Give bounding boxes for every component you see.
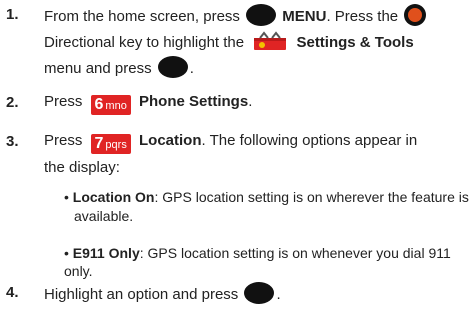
- settings-tools-label: Settings & Tools: [296, 34, 414, 51]
- key-letters: pqrs: [105, 139, 127, 151]
- key-digit: 6: [94, 96, 104, 113]
- number-key-7-icon: 7 pqrs: [90, 134, 131, 154]
- key-letters: mno: [105, 100, 127, 112]
- step-text: Highlight an option and press: [44, 286, 239, 303]
- step-number: 2.: [6, 94, 19, 111]
- option-1-line-2: available.: [74, 207, 133, 225]
- step-number: 3.: [6, 133, 19, 150]
- key-digit: 7: [94, 135, 104, 152]
- option-text: available.: [74, 208, 134, 224]
- step-3-line-1: Press 7 pqrs Location. The following opti…: [44, 131, 417, 154]
- step-2-line-1: Press 6 mno Phone Settings.: [44, 92, 252, 115]
- step-1-line-2: Directional key to highlight the Setting…: [44, 31, 414, 53]
- directional-key-icon: [404, 4, 427, 26]
- step-text: the display:: [44, 159, 120, 176]
- step-text: menu and press: [44, 60, 152, 77]
- step-text: .: [276, 286, 281, 303]
- ok-key-icon: [157, 56, 188, 78]
- step-number: 4.: [6, 284, 19, 301]
- menu-key-icon: [246, 4, 277, 26]
- step-1-line-1: From the home screen, press MENU. Press …: [44, 4, 428, 27]
- menu-label: MENU: [282, 8, 327, 25]
- step-text: Press: [44, 132, 83, 149]
- ok-key-icon: [244, 282, 275, 304]
- option-1-line-1: • Location On: GPS location setting is o…: [64, 188, 469, 206]
- option-text: : GPS location setting is on wherever th…: [154, 189, 469, 205]
- option-2-line-1: • E911 Only: GPS location setting is on …: [64, 244, 472, 280]
- step-text: .: [189, 60, 194, 77]
- step-3-line-2: the display:: [44, 158, 120, 178]
- step-4-line-1: Highlight an option and press .: [44, 282, 281, 305]
- settings-tools-icon: [252, 31, 288, 51]
- step-number: 1.: [6, 6, 19, 23]
- option-label: E911 Only: [72, 245, 140, 261]
- step-text: . Press the: [326, 8, 399, 25]
- location-label: Location: [139, 132, 202, 149]
- bullet-icon: •: [64, 189, 69, 205]
- step-1-line-3: menu and press .: [44, 56, 194, 79]
- number-key-6-icon: 6 mno: [90, 95, 131, 115]
- phone-settings-label: Phone Settings: [139, 93, 249, 110]
- step-text: Press: [44, 93, 83, 110]
- step-text: . The following options appear in: [201, 132, 418, 149]
- step-text: .: [248, 93, 253, 110]
- step-text: From the home screen, press: [44, 8, 240, 25]
- bullet-icon: •: [64, 245, 69, 261]
- option-label: Location On: [72, 189, 155, 205]
- step-text: Directional key to highlight the: [44, 34, 245, 51]
